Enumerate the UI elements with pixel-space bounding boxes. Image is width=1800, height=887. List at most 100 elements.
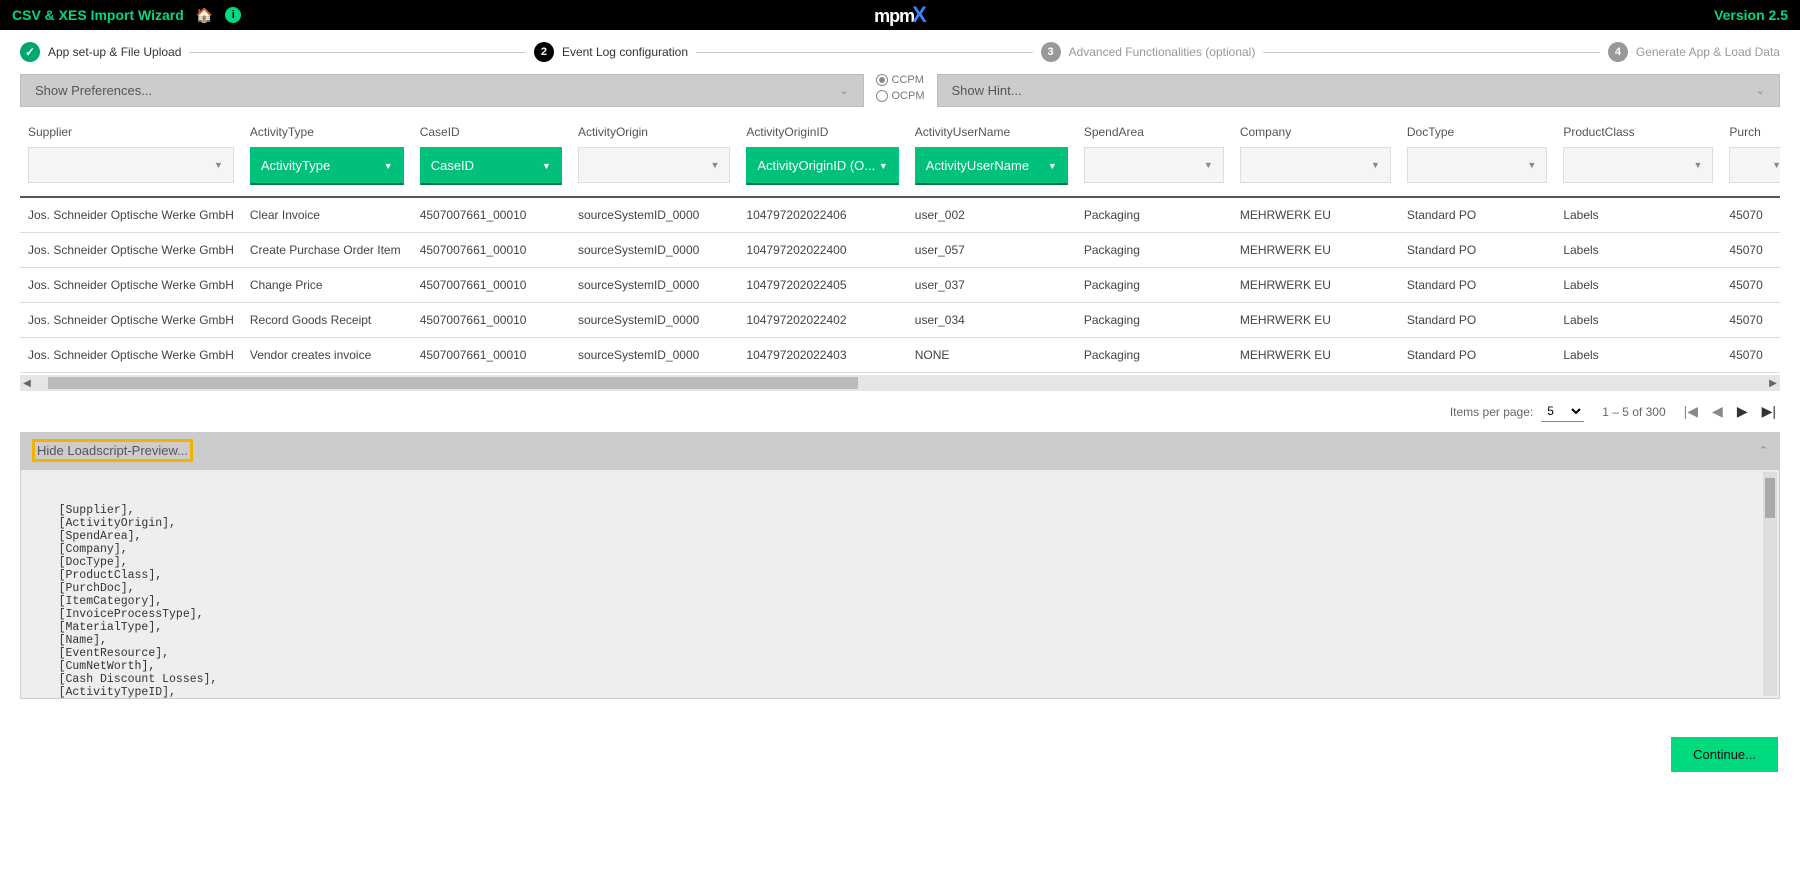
show-hint-button[interactable]: Show Hint... ⌄ <box>937 74 1781 107</box>
step-2[interactable]: 2 Event Log configuration <box>534 42 688 62</box>
column-header: SpendArea ▼ <box>1076 119 1232 197</box>
column-name: Purch <box>1729 125 1780 139</box>
table-cell: Labels <box>1555 338 1721 373</box>
table-cell: Jos. Schneider Optische Werke GmbH <box>20 233 242 268</box>
table-row: Jos. Schneider Optische Werke GmbHRecord… <box>20 303 1780 338</box>
table-row: Jos. Schneider Optische Werke GmbHChange… <box>20 268 1780 303</box>
table-cell: Jos. Schneider Optische Werke GmbH <box>20 338 242 373</box>
column-name: Company <box>1240 125 1391 139</box>
table-cell: MEHRWERK EU <box>1232 268 1399 303</box>
pm-mode-radio-group: CCPM OCPM <box>876 74 925 102</box>
step-4[interactable]: 4 Generate App & Load Data <box>1608 42 1780 62</box>
prefs-row: Show Preferences... ⌄ CCPM OCPM Show Hin… <box>0 74 1800 119</box>
continue-button[interactable]: Continue... <box>1671 737 1778 772</box>
table-cell: Labels <box>1555 233 1721 268</box>
column-mapping-select[interactable]: ActivityUserName▼ <box>915 147 1068 185</box>
table-cell: MEHRWERK EU <box>1232 303 1399 338</box>
column-header: CaseIDCaseID▼ <box>412 119 570 197</box>
next-page-icon[interactable]: ▶ <box>1737 403 1748 420</box>
column-mapping-select[interactable]: ActivityOriginID (O...▼ <box>746 147 898 185</box>
table-cell: sourceSystemID_0000 <box>570 197 738 233</box>
wizard-steps: ✓ App set-up & File Upload 2 Event Log c… <box>0 30 1800 74</box>
column-mapping-select[interactable]: ▼ <box>1240 147 1391 183</box>
column-name: DocType <box>1407 125 1547 139</box>
table-cell: sourceSystemID_0000 <box>570 303 738 338</box>
table-cell: sourceSystemID_0000 <box>570 233 738 268</box>
column-mapping-select[interactable]: ▼ <box>1729 147 1780 183</box>
first-page-icon[interactable]: |◀ <box>1684 403 1698 420</box>
scrollbar-thumb[interactable] <box>1765 478 1775 518</box>
table-cell: Standard PO <box>1399 303 1555 338</box>
column-name: ActivityOriginID <box>746 125 898 139</box>
logo: mpmX <box>874 2 926 28</box>
step-divider <box>696 52 1033 53</box>
column-mapping-select[interactable]: ▼ <box>578 147 730 183</box>
table-cell: 104797202022400 <box>738 233 906 268</box>
column-mapping-select[interactable]: ▼ <box>1407 147 1547 183</box>
scroll-right-icon[interactable]: ▶ <box>1766 378 1780 389</box>
footer: Continue... <box>0 709 1800 786</box>
loadscript-preview[interactable]: [Supplier], [ActivityOrigin], [SpendArea… <box>20 469 1780 699</box>
column-mapping-select[interactable]: ActivityType▼ <box>250 147 404 185</box>
app-title: CSV & XES Import Wizard <box>12 7 184 23</box>
version-label: Version 2.5 <box>1714 7 1788 23</box>
table-cell: 104797202022406 <box>738 197 906 233</box>
chevron-down-icon: ▼ <box>1048 161 1057 171</box>
home-icon[interactable]: 🏠 <box>196 7 213 24</box>
chevron-down-icon: ▼ <box>1693 160 1702 170</box>
step-1[interactable]: ✓ App set-up & File Upload <box>20 42 181 62</box>
column-mapping-select[interactable]: ▼ <box>1084 147 1224 183</box>
table-cell: MEHRWERK EU <box>1232 197 1399 233</box>
chevron-down-icon: ▼ <box>384 161 393 171</box>
horizontal-scrollbar[interactable]: ◀ ▶ <box>20 375 1780 391</box>
table-cell: sourceSystemID_0000 <box>570 268 738 303</box>
table-cell: 45070 <box>1721 233 1780 268</box>
column-mapping-select[interactable]: CaseID▼ <box>420 147 562 185</box>
last-page-icon[interactable]: ▶| <box>1762 403 1776 420</box>
prev-page-icon[interactable]: ◀ <box>1712 403 1723 420</box>
column-header: Company ▼ <box>1232 119 1399 197</box>
info-icon[interactable]: i <box>225 7 241 23</box>
page-range: 1 – 5 of 300 <box>1602 405 1665 419</box>
column-name: ActivityUserName <box>915 125 1068 139</box>
table-cell: 4507007661_00010 <box>412 233 570 268</box>
table-cell: 4507007661_00010 <box>412 197 570 233</box>
radio-ocpm[interactable]: OCPM <box>876 90 925 102</box>
loadscript-toggle-button[interactable]: Hide Loadscript-Preview... ⌃ <box>20 432 1780 469</box>
chevron-up-icon: ⌃ <box>1759 444 1768 457</box>
column-name: SpendArea <box>1084 125 1224 139</box>
table-cell: 4507007661_00010 <box>412 268 570 303</box>
column-header: ActivityOrigin▼ <box>570 119 738 197</box>
column-header: Purch ▼ <box>1721 119 1780 197</box>
table-cell: MEHRWERK EU <box>1232 233 1399 268</box>
vertical-scrollbar[interactable] <box>1763 472 1777 696</box>
table-cell: 45070 <box>1721 303 1780 338</box>
scrollbar-thumb[interactable] <box>48 377 858 389</box>
column-header: ProductClass▼ <box>1555 119 1721 197</box>
table-cell: Labels <box>1555 268 1721 303</box>
show-preferences-button[interactable]: Show Preferences... ⌄ <box>20 74 864 107</box>
items-per-page-select[interactable]: 5 <box>1541 401 1584 422</box>
column-mapping-select[interactable]: ▼ <box>28 147 234 183</box>
table-cell: Standard PO <box>1399 268 1555 303</box>
mapping-table: Supplier▼ActivityTypeActivityType▼CaseID… <box>20 119 1780 373</box>
step-3[interactable]: 3 Advanced Functionalities (optional) <box>1041 42 1256 62</box>
step-divider <box>189 52 526 53</box>
column-name: ActivityType <box>250 125 404 139</box>
column-name: Supplier <box>28 125 234 139</box>
table-cell: MEHRWERK EU <box>1232 338 1399 373</box>
column-mapping-select[interactable]: ▼ <box>1563 147 1713 183</box>
check-icon: ✓ <box>20 42 40 62</box>
table-cell: Packaging <box>1076 303 1232 338</box>
table-cell: Jos. Schneider Optische Werke GmbH <box>20 303 242 338</box>
radio-icon <box>876 74 888 86</box>
table-cell: Packaging <box>1076 268 1232 303</box>
radio-ccpm[interactable]: CCPM <box>876 74 925 86</box>
chevron-down-icon: ▼ <box>1527 160 1536 170</box>
table-cell: 45070 <box>1721 338 1780 373</box>
scroll-left-icon[interactable]: ◀ <box>20 378 34 389</box>
table-cell: Clear Invoice <box>242 197 412 233</box>
table-scroll[interactable]: Supplier▼ActivityTypeActivityType▼CaseID… <box>20 119 1780 373</box>
table-cell: Standard PO <box>1399 233 1555 268</box>
items-per-page-label: Items per page: <box>1450 405 1533 419</box>
